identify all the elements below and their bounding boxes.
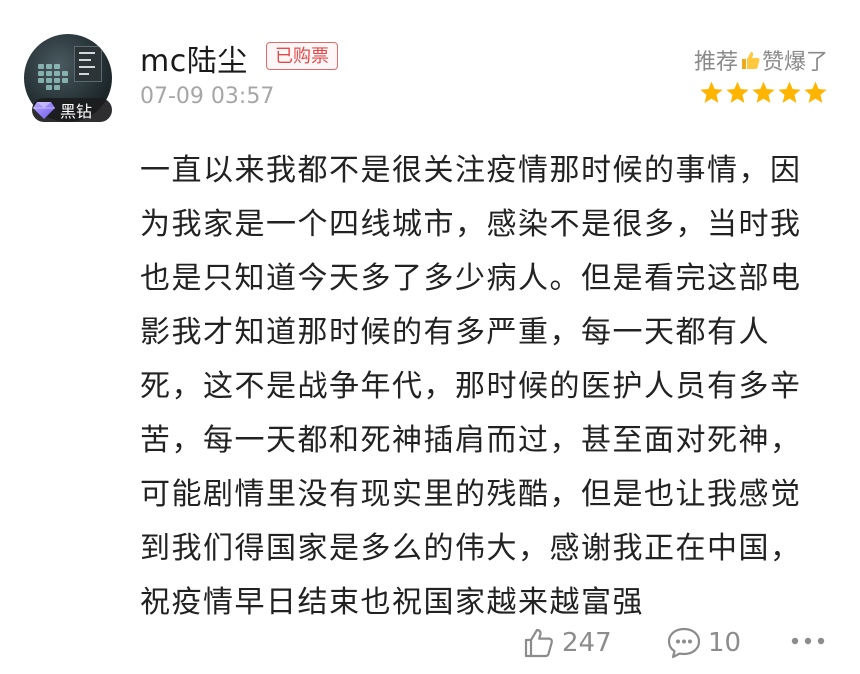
star-icon [700,81,723,103]
comment-actions: 247 10 [0,622,860,666]
reply-count: 10 [708,628,742,658]
more-horizontal-icon [791,637,825,645]
black-diamond-badge: 黑钻 [32,98,112,122]
thumbs-up-icon [524,628,553,658]
member-badge-label: 黑钻 [60,102,93,121]
thumbs-up-emoji-icon [741,52,760,69]
rating-stars [699,80,828,105]
reply-button[interactable]: 10 [666,626,741,660]
ticket-purchased-badge: 已购票 [266,42,338,70]
rating-label-after: 赞爆了 [761,50,828,75]
star-icon [804,81,827,103]
star-icon [778,81,801,103]
like-button[interactable]: 247 [522,626,612,660]
diamond-icon [33,102,55,119]
like-count: 247 [562,628,612,658]
rating-label: 推荐 赞爆了 [694,44,828,76]
comment-card: 黑钻 mc陆尘 已购票 07-09 03:57 推荐 赞爆了 一直以来我都不是很… [0,0,860,674]
author-name[interactable]: mc陆尘 [140,36,248,80]
comment-timestamp: 07-09 03:57 [140,84,275,109]
speech-bubble-icon [667,627,701,659]
star-icon [752,81,775,103]
star-icon [726,81,749,103]
comment-body[interactable]: 一直以来我都不是很关注疫情那时候的事情，因为我家是一个四线城市，感染不是很多，当… [140,144,830,630]
rating-label-before: 推荐 [693,50,738,75]
avatar-container[interactable]: 黑钻 [24,34,112,122]
more-options-button[interactable] [790,636,832,646]
